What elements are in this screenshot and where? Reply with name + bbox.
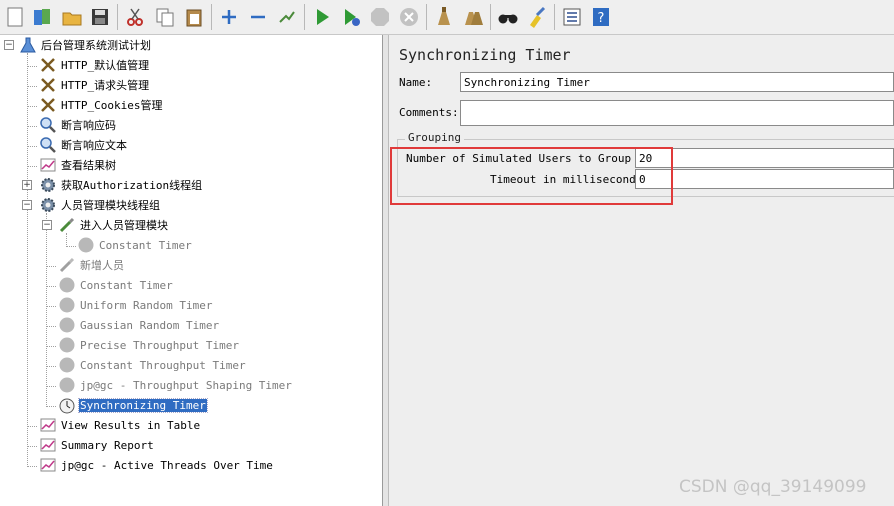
panel-title: Synchronizing Timer (399, 46, 571, 64)
collapse-transaction-toggle[interactable]: − (42, 220, 52, 230)
name-field[interactable] (460, 72, 894, 92)
tools-icon (39, 76, 57, 94)
highlight-box (390, 147, 673, 205)
tree-item[interactable]: View Results in Table (39, 416, 201, 434)
tree-item[interactable]: HTTP_请求头管理 (39, 76, 150, 94)
gear-icon (39, 196, 57, 214)
reset-search-icon[interactable] (525, 5, 549, 29)
timer-icon (58, 356, 76, 374)
tree-item[interactable]: 获取Authorization线程组 (39, 176, 203, 194)
tree-item[interactable]: 新增人员 (58, 256, 125, 274)
graph-icon (39, 416, 57, 434)
magnifier-icon (39, 136, 57, 154)
comments-field[interactable] (460, 100, 894, 126)
tree-item[interactable]: Constant Timer (58, 276, 174, 294)
clear-all-icon[interactable] (461, 5, 485, 29)
timer-icon (58, 316, 76, 334)
tree-item[interactable]: Gaussian Random Timer (58, 316, 220, 334)
cut-icon[interactable] (123, 5, 147, 29)
timer-icon (58, 276, 76, 294)
tree-item[interactable]: 进入人员管理模块 (58, 216, 169, 234)
paste-icon[interactable] (182, 5, 206, 29)
svg-text:?: ? (598, 11, 605, 26)
timer-icon (58, 296, 76, 314)
tree-item[interactable]: Constant Timer (77, 236, 193, 254)
graph-icon (39, 456, 57, 474)
tree-item[interactable]: jp@gc - Throughput Shaping Timer (58, 376, 293, 394)
timer-icon (58, 336, 76, 354)
pipette-icon (58, 216, 76, 234)
stop-icon[interactable] (368, 5, 392, 29)
test-plan-tree: − + − − 后台管理系统测试计划 HTTP_默认值管理 HTTP_请求头管理… (0, 35, 383, 506)
open-icon[interactable] (60, 5, 84, 29)
watermark: CSDN @qq_39149099 (679, 477, 867, 497)
start-no-pauses-icon[interactable] (339, 5, 363, 29)
timeout-field[interactable] (635, 169, 894, 189)
toggle-icon[interactable] (275, 5, 299, 29)
timer-icon (77, 236, 95, 254)
magnifier-icon (39, 116, 57, 134)
flask-icon (19, 36, 37, 54)
tree-item[interactable]: Uniform Random Timer (58, 296, 213, 314)
toolbar: ? (0, 0, 894, 35)
pipette-icon (58, 256, 76, 274)
gear-icon (39, 176, 57, 194)
timer-config-panel: Synchronizing Timer Name: Comments: Grou… (389, 35, 894, 506)
help-icon[interactable]: ? (589, 5, 613, 29)
tree-item[interactable]: HTTP_默认值管理 (39, 56, 150, 74)
tree-item[interactable]: 查看结果树 (39, 156, 117, 174)
tree-item[interactable]: 断言响应码 (39, 116, 117, 134)
save-icon[interactable] (88, 5, 112, 29)
expand-authorization-group-toggle[interactable]: + (22, 180, 32, 190)
new-icon[interactable] (3, 5, 27, 29)
expand-icon[interactable] (217, 5, 241, 29)
copy-icon[interactable] (153, 5, 177, 29)
tree-item[interactable]: Precise Throughput Timer (58, 336, 240, 354)
stopwatch-icon (58, 396, 76, 414)
tree-item[interactable]: Constant Throughput Timer (58, 356, 247, 374)
tools-icon (39, 56, 57, 74)
users-field[interactable] (635, 148, 894, 168)
templates-icon[interactable] (30, 5, 54, 29)
collapse-icon[interactable] (246, 5, 270, 29)
function-helper-icon[interactable] (560, 5, 584, 29)
tree-item-selected[interactable]: Synchronizing Timer (58, 396, 208, 414)
tree-item[interactable]: jp@gc - Active Threads Over Time (39, 456, 274, 474)
start-icon[interactable] (310, 5, 334, 29)
grouping-legend: Grouping (405, 131, 464, 144)
shutdown-icon[interactable] (397, 5, 421, 29)
clear-icon[interactable] (432, 5, 456, 29)
tools-icon (39, 96, 57, 114)
search-icon[interactable] (496, 5, 520, 29)
name-label: Name: (399, 76, 433, 89)
tree-item[interactable]: 人员管理模块线程组 (39, 196, 161, 214)
comments-label: Comments: (399, 106, 459, 119)
tree-item[interactable]: 断言响应文本 (39, 136, 128, 154)
timer-icon (58, 376, 76, 394)
tree-item[interactable]: HTTP_Cookies管理 (39, 96, 163, 114)
collapse-personnel-group-toggle[interactable]: − (22, 200, 32, 210)
tree-root-test-plan[interactable]: 后台管理系统测试计划 (19, 36, 152, 54)
tree-item[interactable]: Summary Report (39, 436, 155, 454)
graph-icon (39, 156, 57, 174)
graph-icon (39, 436, 57, 454)
collapse-root-toggle[interactable]: − (4, 40, 14, 50)
